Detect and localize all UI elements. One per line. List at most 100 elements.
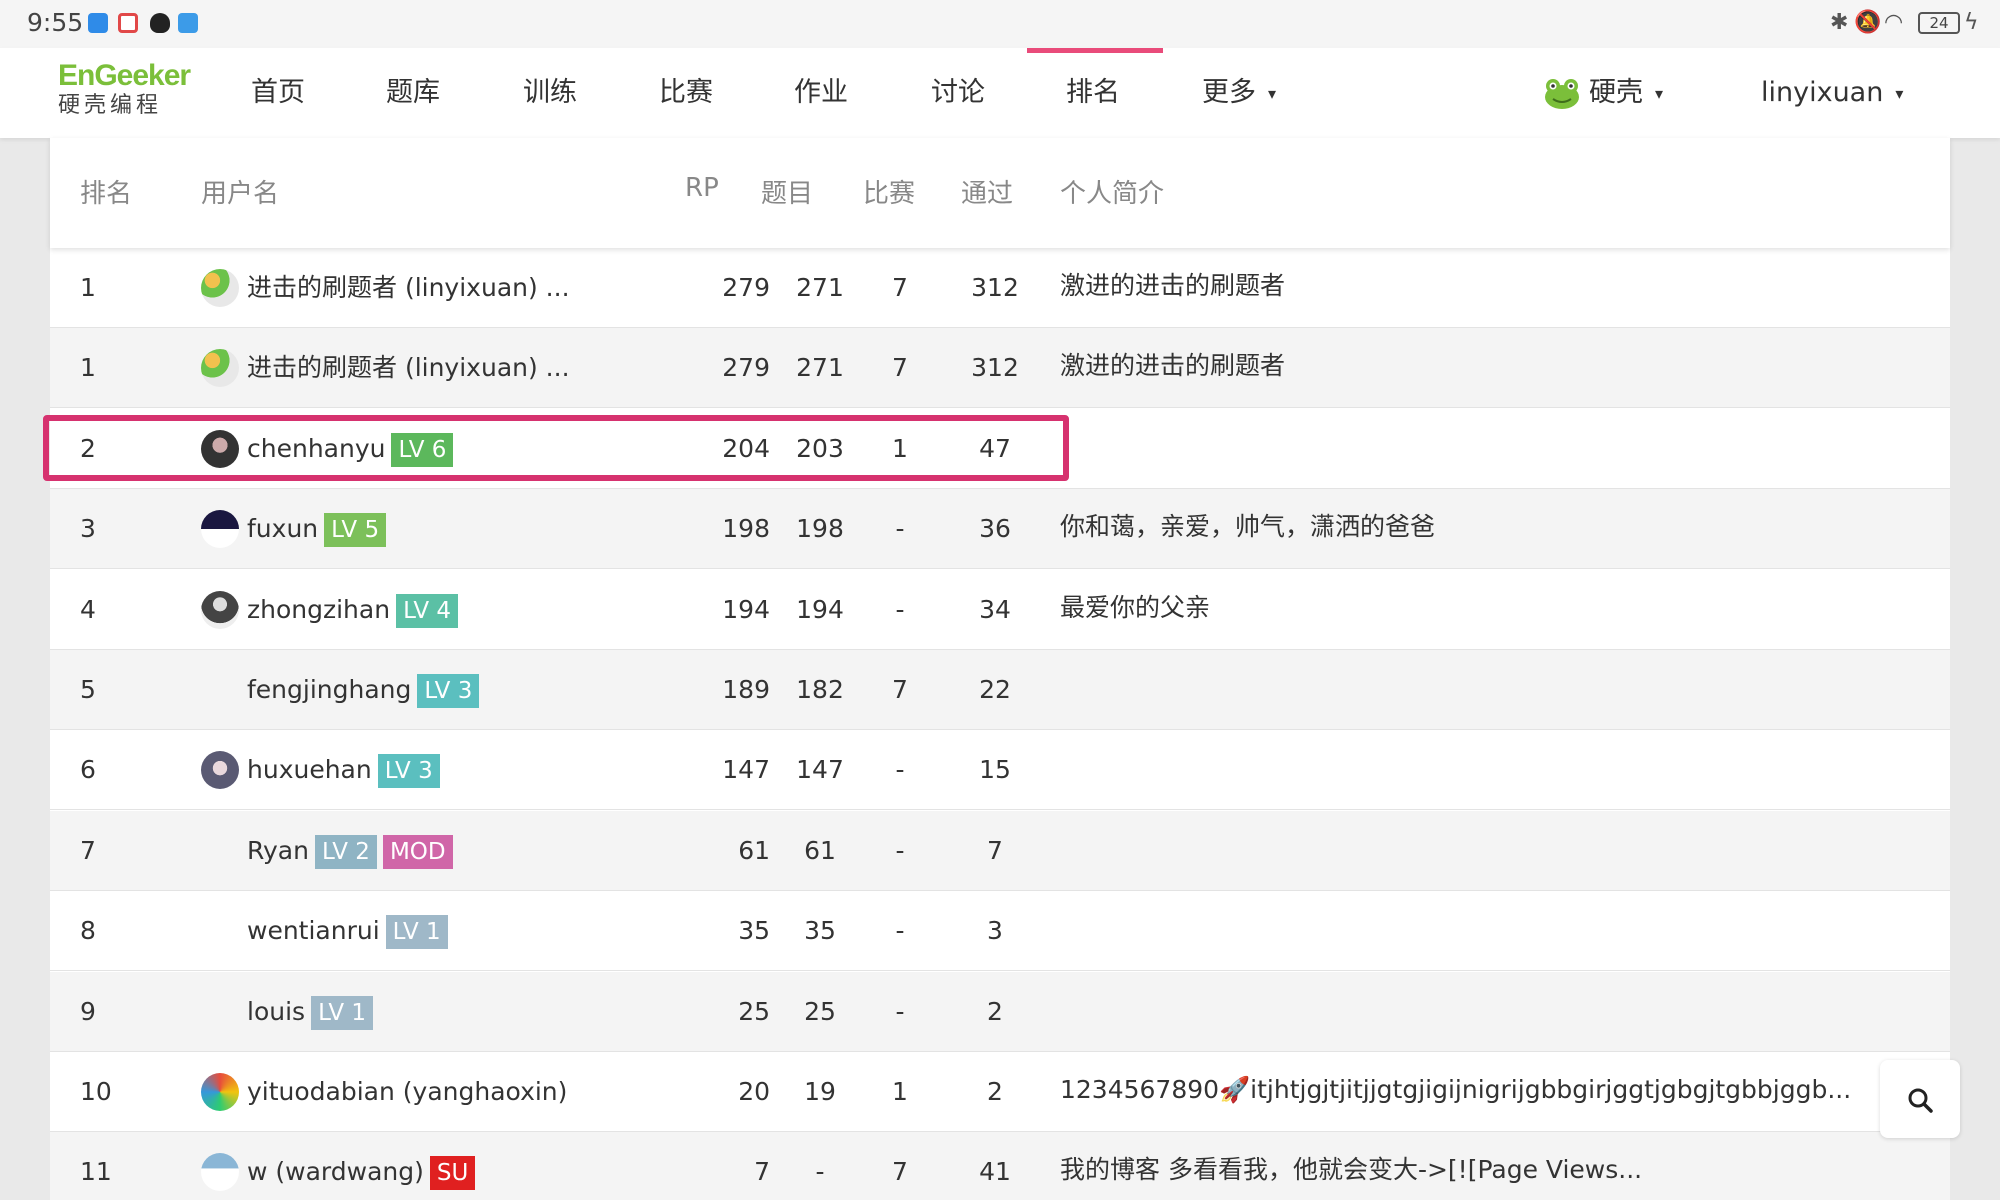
username-link[interactable]: fengjinghang [247,675,411,704]
username-link[interactable]: fuxun [247,514,318,543]
nav-more[interactable]: 更多 ▾ [1202,48,1276,138]
mute-bell-icon: 🔕 [1854,10,1882,35]
rank-cell: 4 [80,594,96,624]
rp-cell: 61 [738,835,770,865]
user-avatar[interactable] [201,1073,239,1111]
contests-cell: - [895,916,905,946]
user-avatar[interactable] [201,993,239,1031]
problems-cell: 271 [796,353,844,383]
contests-cell: - [895,835,905,865]
nav-training[interactable]: 训练 [523,48,577,138]
ranking-table: 排名 用户名 RP 题目 比赛 通过 个人简介 1 进击的刷题者 (linyixu… [50,138,1950,1200]
username-label: linyixuan [1761,77,1884,108]
mail-app-icon [88,13,108,33]
table-row: 4 zhongzihan LV 4 194 194 - 34 最爱你的父亲 [50,570,1950,650]
rp-cell: 279 [722,273,770,302]
username-link[interactable]: Ryan [247,836,309,865]
username-cell: fuxun LV 5 [247,489,387,569]
problems-cell: 194 [796,594,844,624]
passed-cell: 3 [987,916,1003,946]
rp-cell: 279 [722,353,770,383]
nav-problems[interactable]: 题库 [386,48,440,138]
username-cell: 进击的刷题者 (linyixuan) ... [247,328,570,408]
username-cell: zhongzihan LV 4 [247,570,459,650]
contests-cell: - [895,594,905,624]
user-avatar[interactable] [201,349,239,388]
rp-cell: 25 [738,996,770,1026]
nav-contests[interactable]: 比赛 [659,48,713,138]
rp-cell: 7 [754,1157,770,1187]
user-badge: LV 5 [324,513,387,548]
chevron-down-icon: ▾ [1895,83,1904,103]
passed-cell: 2 [987,1077,1003,1106]
user-avatar[interactable] [201,590,239,629]
header-rp: RP [685,173,719,203]
rank-cell: 3 [80,514,96,544]
passed-cell: 2 [987,996,1003,1026]
bio-cell: 1234567890🚀itjhtjgjtjitjjgtgjigijnigrijg… [1060,1075,1852,1104]
user-menu[interactable]: linyixuan ▾ [1761,48,1903,138]
wifi-icon: ◠ [1884,10,1904,35]
problems-cell: 198 [796,514,844,544]
passed-cell: 41 [979,1157,1011,1187]
username-link[interactable]: wentianrui [247,916,380,945]
bio-cell: 你和蔼，亲爱，帅气，潇洒的爸爸 [1060,512,1436,542]
search-button[interactable] [1880,1060,1960,1138]
contests-cell: 7 [892,1157,908,1187]
chevron-down-icon: ▾ [1655,83,1664,103]
problems-cell: 182 [796,675,844,704]
user-badge: LV 3 [377,754,440,789]
chevron-down-icon: ▾ [1268,83,1277,103]
bio-cell: 激进的进击的刷题者 [1060,271,1286,300]
table-row: 1 进击的刷题者 (linyixuan) ... 279 271 7 312 激进的进击的刷… [50,328,1950,409]
contests-cell: 7 [892,353,908,383]
username-cell: louis LV 1 [247,972,374,1052]
org-name: 硬壳 [1589,77,1643,108]
nav-ranking[interactable]: 排名 [1066,48,1120,138]
bio-cell: 激进的进击的刷题者 [1060,351,1286,381]
user-avatar[interactable] [201,1153,239,1192]
user-avatar[interactable] [201,269,239,307]
username-cell: fengjinghang LV 3 [247,650,480,730]
user-avatar[interactable] [201,671,239,709]
passed-cell: 312 [971,273,1019,302]
nav-discuss[interactable]: 讨论 [931,48,985,138]
username-cell: 进击的刷题者 (linyixuan) ... [247,248,570,328]
username-link[interactable]: 进击的刷题者 (linyixuan) ... [247,273,570,302]
nav-homework[interactable]: 作业 [794,48,848,138]
header-bio: 个人简介 [1060,179,1165,209]
username-link[interactable]: 进击的刷题者 (linyixuan) ... [247,353,570,382]
user-badge: LV 1 [385,915,448,950]
username-link[interactable]: huxuehan [247,755,372,784]
rank-cell: 10 [80,1077,112,1106]
contests-cell: - [895,514,905,544]
table-row: 10 yituodabian (yanghaoxin) 20 19 1 2 12345678… [50,1052,1950,1132]
user-badge: LV 4 [396,593,459,628]
user-avatar[interactable] [201,751,239,790]
username-cell: w (wardwang) SU [247,1132,476,1200]
username-link[interactable]: w (wardwang) [247,1157,424,1186]
passed-cell: 312 [971,353,1019,383]
nav-home[interactable]: 首页 [251,48,305,138]
battery-icon: 24 [1918,12,1960,34]
contests-cell: 7 [892,675,908,704]
rank-cell: 9 [80,996,96,1026]
site-logo[interactable]: EnGeeker 硬壳编程 [58,60,191,120]
user-badge: LV 3 [417,674,480,708]
rank-cell: 8 [80,916,96,946]
org-switcher[interactable]: 硬壳 ▾ [1543,48,1663,138]
username-link[interactable]: louis [247,997,305,1026]
contests-cell: - [895,755,905,785]
username-link[interactable]: zhongzihan [247,595,390,624]
user-avatar[interactable] [201,510,239,549]
problems-cell: 271 [796,273,844,302]
username-link[interactable]: yituodabian (yanghaoxin) [247,1077,567,1106]
passed-cell: 36 [979,514,1011,544]
top-navbar: EnGeeker 硬壳编程 首页 题库 训练 比赛 作业 讨论 排名 更多 ▾ 硬… [0,48,2000,138]
nav-more-label: 更多 [1202,77,1256,108]
table-header: 排名 用户名 RP 题目 比赛 通过 个人简介 [50,138,1950,248]
user-avatar[interactable] [201,832,239,870]
rank-cell: 1 [80,273,96,302]
user-avatar[interactable] [201,912,239,950]
bio-cell: 最爱你的父亲 [1060,592,1211,622]
